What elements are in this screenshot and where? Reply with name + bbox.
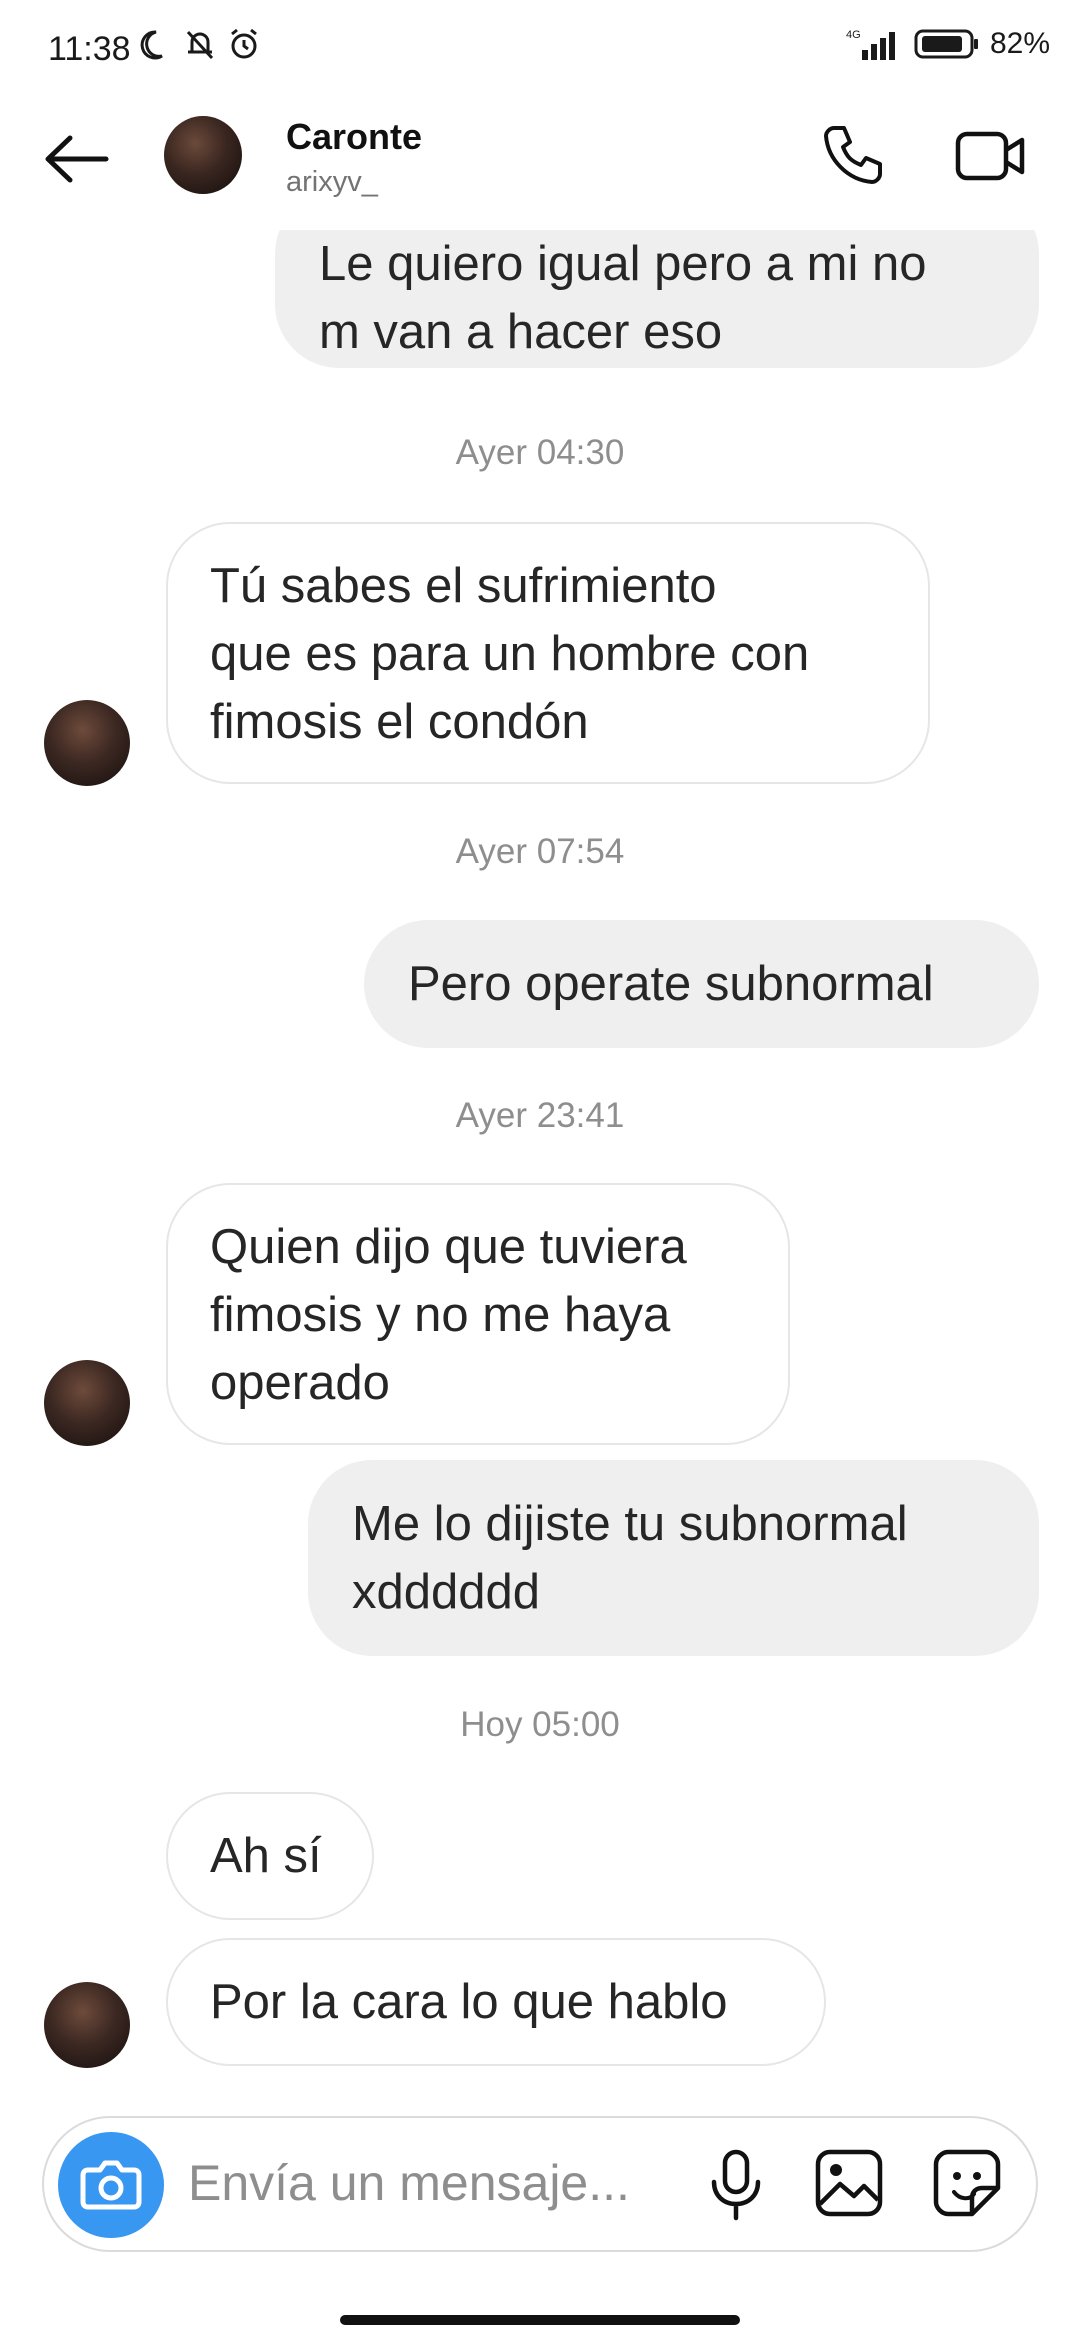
message-text: fimosis y no me haya (210, 1288, 671, 1342)
timestamp: Ayer 04:30 (455, 433, 625, 472)
message-text: Tú sabes el sufrimiento (210, 559, 717, 613)
microphone-icon[interactable] (704, 2148, 768, 2222)
contact-name[interactable]: Caronte (286, 116, 422, 158)
message-text: xdddddd (352, 1565, 541, 1619)
timestamp: Ayer 07:54 (455, 832, 625, 871)
sender-avatar[interactable] (44, 1982, 130, 2068)
contact-avatar[interactable] (164, 116, 242, 194)
message-text: Me lo dijiste tu subnormal (352, 1497, 908, 1551)
back-arrow-icon[interactable] (40, 128, 114, 190)
message-bubble-incoming[interactable]: Tú sabes el sufrimiento que es para un h… (166, 522, 930, 784)
moon-icon (140, 30, 163, 60)
battery-icon (914, 29, 978, 59)
message-thread[interactable]: Le quiero igual pero a mi no m van a hac… (0, 230, 1080, 2110)
message-bubble-incoming[interactable]: Quien dijo que tuviera fimosis y no me h… (166, 1183, 790, 1445)
gallery-icon[interactable] (814, 2148, 884, 2218)
home-indicator[interactable] (340, 2315, 740, 2325)
sender-avatar[interactable] (44, 1360, 130, 1446)
camera-button[interactable] (58, 2132, 164, 2238)
message-input[interactable]: Envía un mensaje... (188, 2154, 630, 2212)
alarm-icon (231, 28, 257, 59)
message-bubble-outgoing[interactable]: Pero operate subnormal (364, 920, 1039, 1048)
message-bubble-incoming[interactable]: Por la cara lo que hablo (166, 1938, 826, 2066)
sticker-icon[interactable] (932, 2148, 1002, 2218)
svg-text:4G: 4G (846, 29, 861, 41)
chat-header: Caronte arixyv_ (0, 100, 1080, 230)
message-text: fimosis el condón (210, 695, 589, 749)
message-bubble-incoming[interactable]: Ah sí (166, 1792, 374, 1920)
status-bar: 11:38 4G 82% (0, 0, 1080, 100)
message-text: Ah sí (210, 1829, 322, 1883)
battery-percent: 82% (989, 27, 1050, 60)
message-text: Pero operate subnormal (408, 957, 934, 1011)
camera-icon (80, 2160, 142, 2210)
video-call-icon[interactable] (954, 122, 1026, 188)
message-text: Le quiero igual pero a mi no (319, 237, 927, 291)
message-text: m van a hacer eso (319, 305, 723, 359)
message-text: Por la cara lo que hablo (210, 1975, 728, 2029)
message-text: Quien dijo que tuviera (210, 1220, 687, 1274)
signal-icon: 4G (846, 29, 895, 60)
message-text: que es para un hombre con (210, 627, 810, 681)
bell-muted-icon (186, 30, 214, 60)
phone-icon[interactable] (820, 122, 886, 188)
contact-username[interactable]: arixyv_ (286, 166, 378, 199)
sender-avatar[interactable] (44, 700, 130, 786)
message-text: operado (210, 1356, 390, 1410)
message-bubble-outgoing[interactable]: Me lo dijiste tu subnormal xdddddd (308, 1460, 1039, 1656)
message-bubble-outgoing[interactable]: Le quiero igual pero a mi no m van a hac… (275, 230, 1039, 368)
timestamp: Hoy 05:00 (460, 1705, 620, 1744)
message-composer[interactable]: Envía un mensaje... (42, 2116, 1038, 2252)
status-time: 11:38 (48, 30, 131, 68)
timestamp: Ayer 23:41 (455, 1096, 625, 1135)
